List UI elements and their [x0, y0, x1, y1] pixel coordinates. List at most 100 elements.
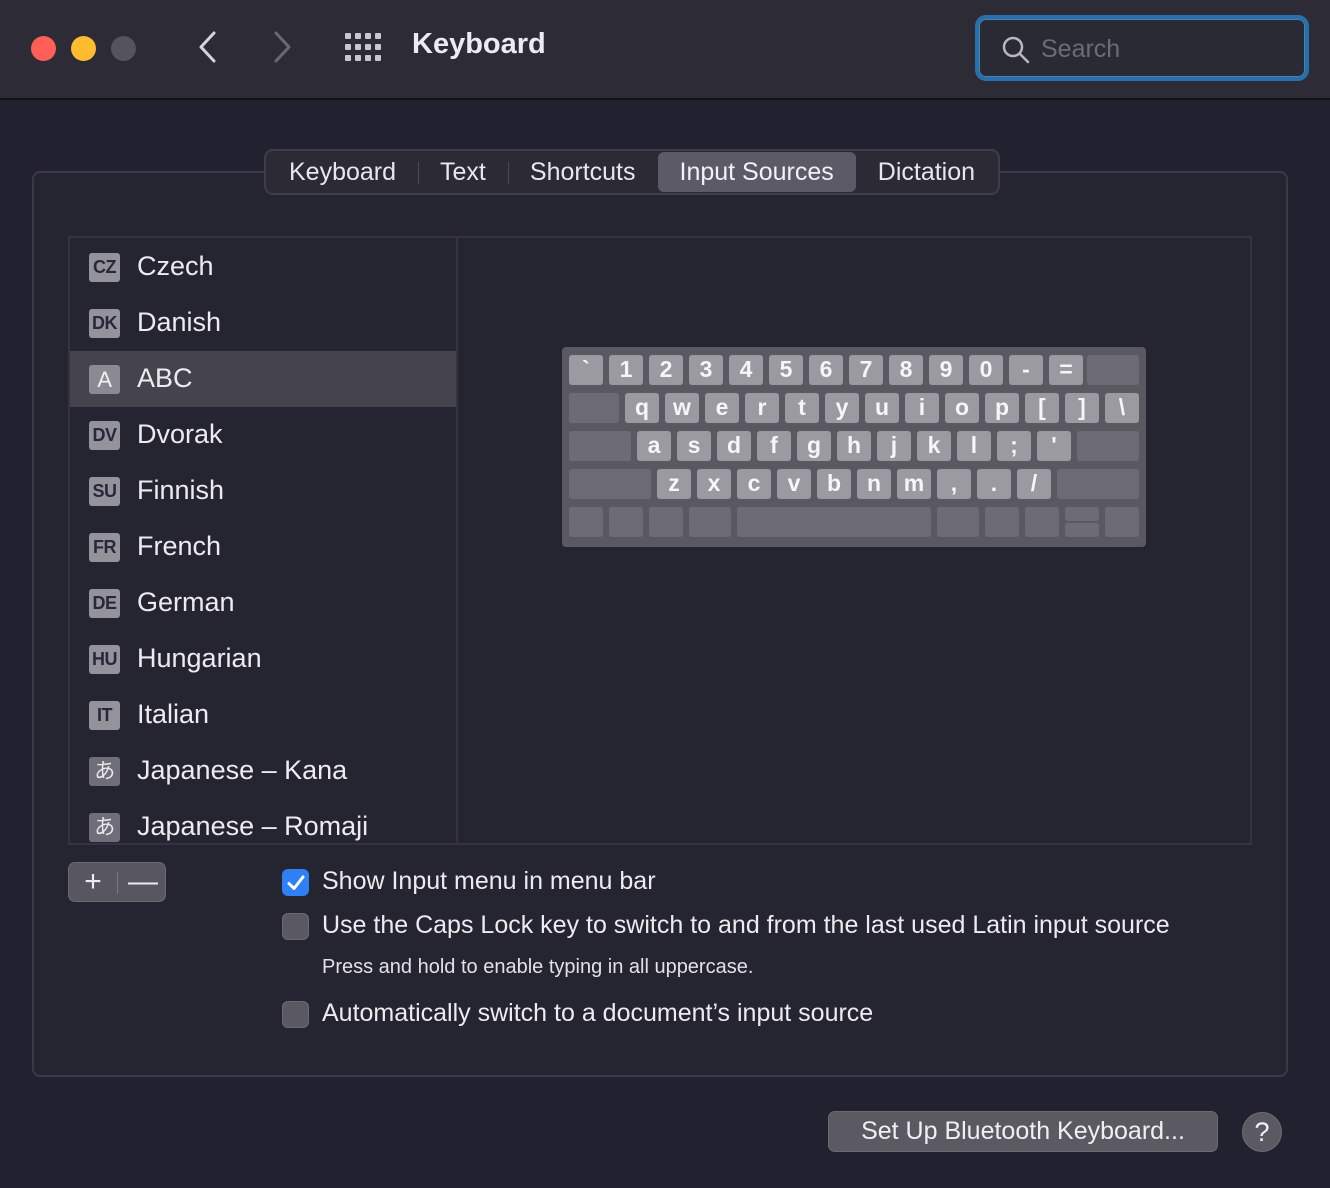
- input-source-badge: A: [89, 365, 120, 394]
- keyboard-key: 1: [609, 355, 643, 385]
- list-add-remove-control: + —: [68, 862, 166, 902]
- input-source-label: Hungarian: [137, 643, 262, 673]
- keyboard-key: i: [905, 393, 939, 423]
- list-item[interactable]: FR French: [70, 519, 456, 575]
- keyboard-key: w: [665, 393, 699, 423]
- keyboard-key: ;: [997, 431, 1031, 461]
- keyboard-key: 6: [809, 355, 843, 385]
- keyboard-modifier-key: [649, 507, 683, 537]
- keyboard-key: -: [1009, 355, 1043, 385]
- tab-input-sources[interactable]: Input Sources: [657, 152, 856, 192]
- help-button[interactable]: ?: [1242, 1112, 1282, 1152]
- input-source-badge: DV: [89, 421, 120, 450]
- show-all-grid-button[interactable]: [342, 30, 384, 64]
- keyboard-key: [: [1025, 393, 1059, 423]
- chevron-left-icon: [199, 31, 216, 63]
- keyboard-key: .: [977, 469, 1011, 499]
- keyboard-key: 4: [729, 355, 763, 385]
- close-window-button[interactable]: [31, 36, 56, 61]
- caps-lock-switch-note: Press and hold to enable typing in all u…: [322, 956, 754, 978]
- keyboard-modifier-key: [1087, 355, 1139, 385]
- add-input-source-button[interactable]: +: [69, 863, 117, 903]
- list-item[interactable]: DV Dvorak: [70, 407, 456, 463]
- list-item[interactable]: DK Danish: [70, 295, 456, 351]
- keyboard-key: ]: [1065, 393, 1099, 423]
- keyboard-key: ,: [937, 469, 971, 499]
- minimize-window-button[interactable]: [71, 36, 96, 61]
- input-source-badge: あ: [89, 813, 120, 842]
- keyboard-key: h: [837, 431, 871, 461]
- keyboard-key: m: [897, 469, 931, 499]
- remove-input-source-button[interactable]: —: [119, 863, 167, 903]
- auto-switch-checkbox[interactable]: [282, 1001, 309, 1028]
- list-item[interactable]: HU Hungarian: [70, 631, 456, 687]
- input-source-label: ABC: [137, 363, 193, 393]
- keyboard-key: k: [917, 431, 951, 461]
- keyboard-key: b: [817, 469, 851, 499]
- keyboard-modifier-key: [569, 507, 603, 537]
- input-source-badge: CZ: [89, 253, 120, 282]
- back-button[interactable]: [188, 27, 228, 67]
- input-source-badge: HU: [89, 645, 120, 674]
- list-item[interactable]: あ Japanese – Romaji: [70, 799, 456, 843]
- keyboard-key: 2: [649, 355, 683, 385]
- title-bar: Keyboard: [0, 0, 1330, 100]
- list-item[interactable]: DE German: [70, 575, 456, 631]
- keyboard-modifier-key: [737, 507, 931, 537]
- input-source-label: French: [137, 531, 222, 561]
- input-source-badge: IT: [89, 701, 120, 730]
- keyboard-key: l: [957, 431, 991, 461]
- keyboard-modifier-key: [689, 507, 731, 537]
- forward-button[interactable]: [262, 27, 302, 67]
- input-source-badge: あ: [89, 757, 120, 786]
- keyboard-key: 9: [929, 355, 963, 385]
- keyboard-modifier-key: [569, 393, 619, 423]
- keyboard-modifier-key: [985, 507, 1019, 537]
- show-input-menu-checkbox[interactable]: [282, 869, 309, 896]
- keyboard-key: s: [677, 431, 711, 461]
- input-source-label: Japanese – Kana: [137, 755, 348, 785]
- list-item-selected[interactable]: A ABC: [70, 351, 456, 407]
- search-input[interactable]: [1041, 31, 1291, 67]
- keyboard-modifier-key: [569, 431, 631, 461]
- input-source-badge: FR: [89, 533, 120, 562]
- keyboard-key: \: [1105, 393, 1139, 423]
- input-source-list[interactable]: CZ Czech DK Danish A ABC DV Dvorak SU Fi…: [68, 236, 458, 845]
- keyboard-key: g: [797, 431, 831, 461]
- keyboard-key: n: [857, 469, 891, 499]
- keyboard-key: r: [745, 393, 779, 423]
- keyboard-key: z: [657, 469, 691, 499]
- search-field[interactable]: [975, 15, 1309, 81]
- keyboard-arrow-down-key: [1065, 523, 1099, 537]
- caps-lock-switch-label: Use the Caps Lock key to switch to and f…: [322, 911, 1170, 939]
- tab-shortcuts[interactable]: Shortcuts: [507, 152, 658, 192]
- input-source-badge: SU: [89, 477, 120, 506]
- input-source-label: Dvorak: [137, 419, 223, 449]
- list-item[interactable]: あ Japanese – Kana: [70, 743, 456, 799]
- list-item[interactable]: CZ Czech: [70, 239, 456, 295]
- zoom-window-button[interactable]: [111, 36, 136, 61]
- window-title: Keyboard: [412, 28, 546, 60]
- chevron-right-icon: [274, 31, 291, 63]
- keyboard-key: o: [945, 393, 979, 423]
- input-source-label: Danish: [137, 307, 222, 337]
- caps-lock-switch-checkbox[interactable]: [282, 913, 309, 940]
- input-source-badge: DK: [89, 309, 120, 338]
- list-item[interactable]: IT Italian: [70, 687, 456, 743]
- keyboard-key: c: [737, 469, 771, 499]
- keyboard-key: /: [1017, 469, 1051, 499]
- list-item[interactable]: SU Finnish: [70, 463, 456, 519]
- setup-bluetooth-keyboard-button[interactable]: Set Up Bluetooth Keyboard...: [828, 1111, 1218, 1152]
- keyboard-modifier-key: [1105, 507, 1139, 537]
- tab-dictation[interactable]: Dictation: [856, 152, 997, 192]
- input-source-badge: DE: [89, 589, 120, 618]
- keyboard-modifier-key: [609, 507, 643, 537]
- show-input-menu-label: Show Input menu in menu bar: [322, 867, 656, 895]
- keyboard-key: y: [825, 393, 859, 423]
- auto-switch-label: Automatically switch to a document’s inp…: [322, 999, 874, 1027]
- tab-text[interactable]: Text: [418, 152, 508, 192]
- keyboard-arrow-up-key: [1065, 507, 1099, 521]
- tab-bar: Keyboard Text Shortcuts Input Sources Di…: [264, 149, 1001, 195]
- tab-keyboard[interactable]: Keyboard: [267, 152, 418, 192]
- keyboard-modifier-key: [569, 469, 651, 499]
